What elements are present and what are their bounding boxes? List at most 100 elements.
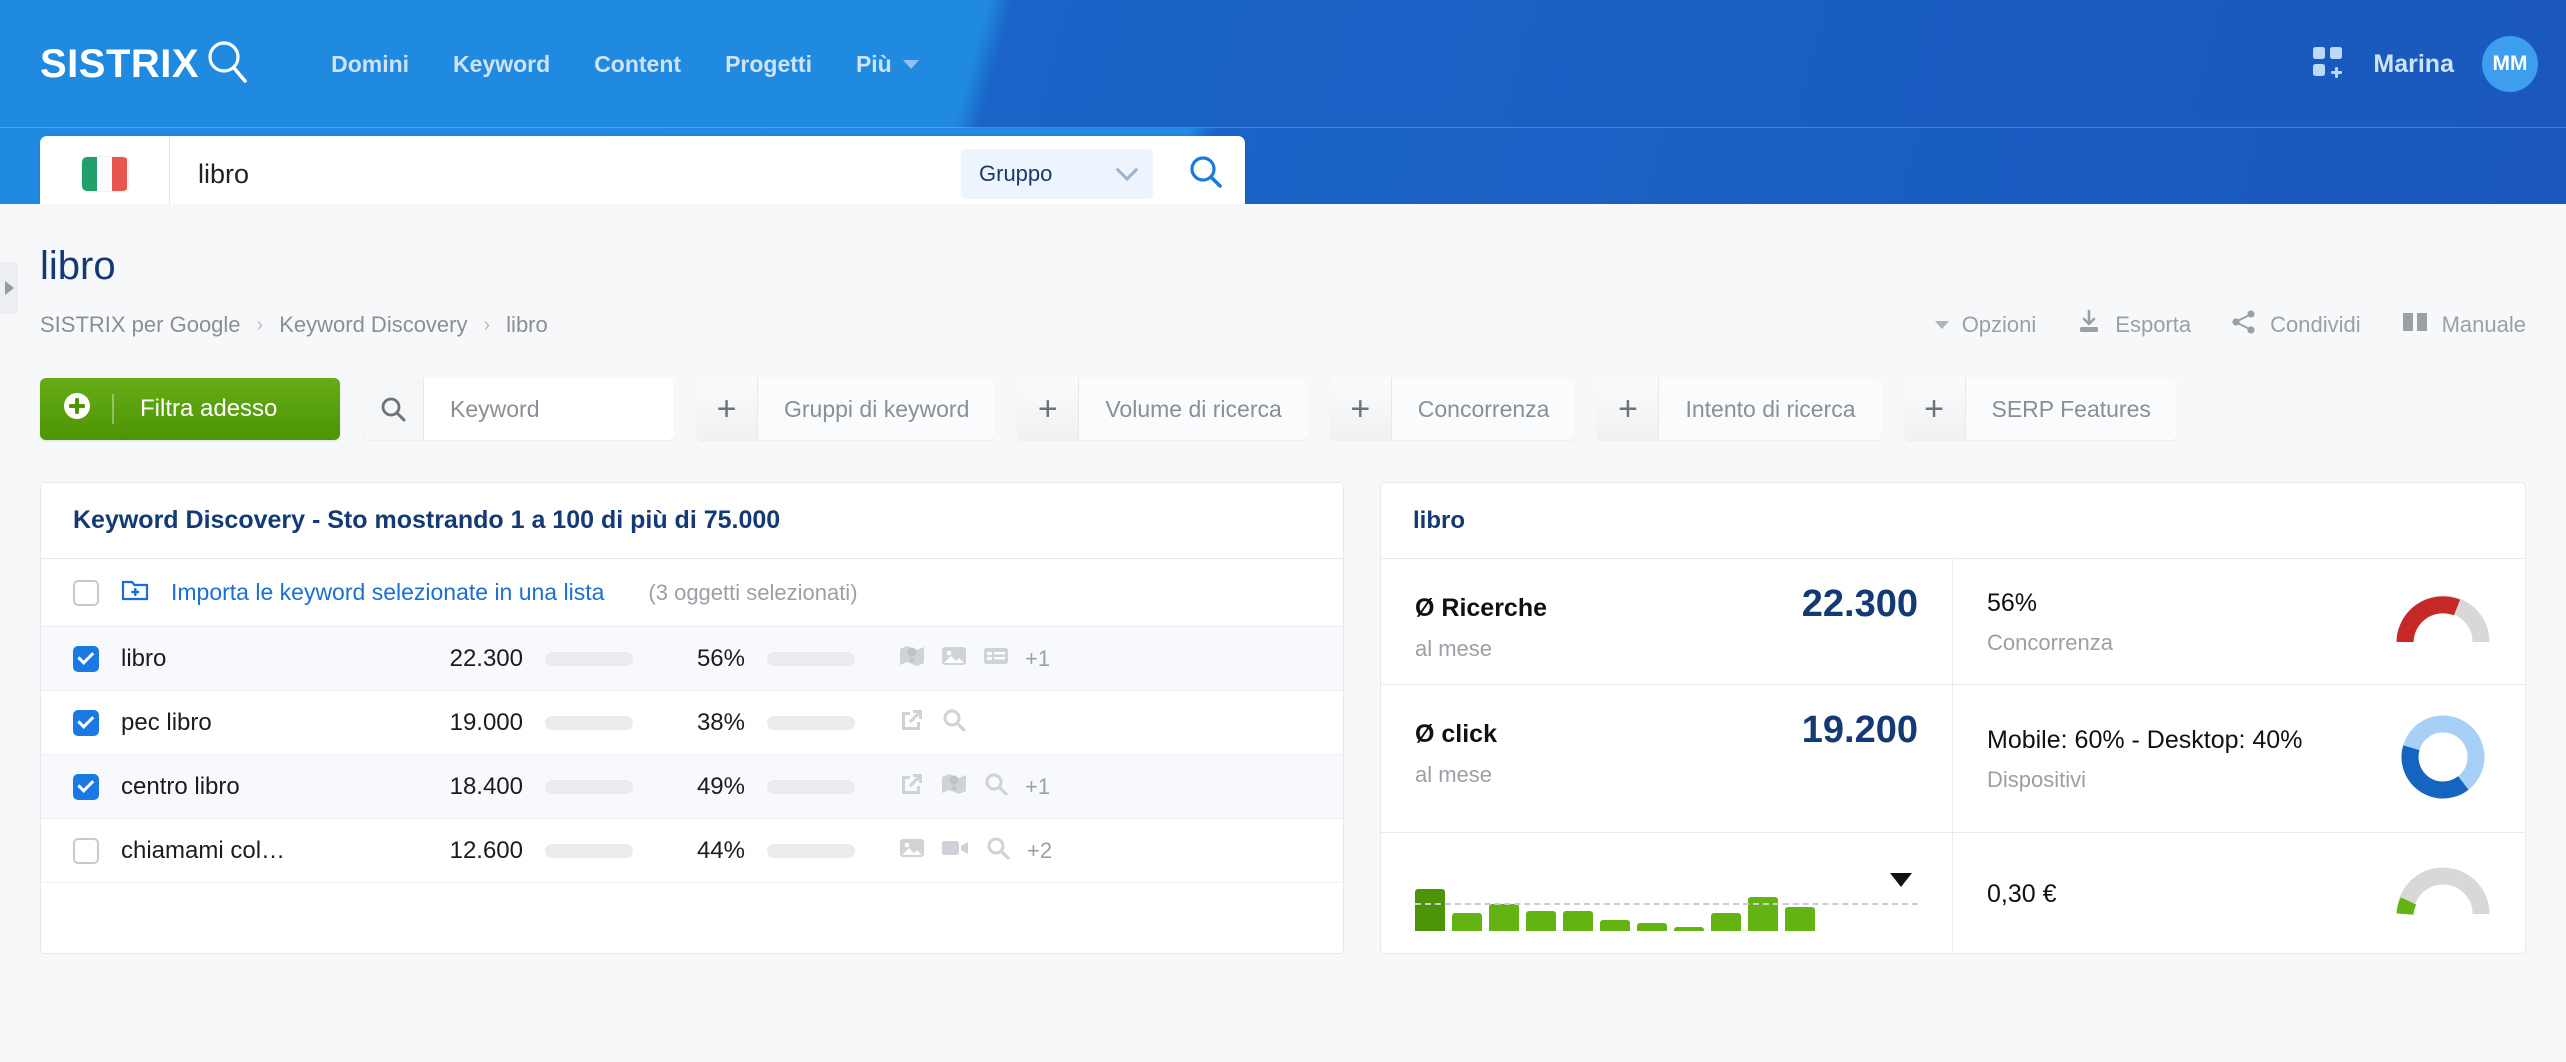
- plus-icon[interactable]: +: [1017, 378, 1080, 440]
- breadcrumb-item-sistrix[interactable]: SISTRIX per Google: [40, 312, 241, 338]
- image-icon[interactable]: [899, 836, 925, 865]
- image-icon[interactable]: [941, 644, 967, 673]
- import-keywords-link[interactable]: Importa le keyword selezionate in una li…: [171, 579, 604, 606]
- opzioni-button[interactable]: Opzioni: [1934, 312, 2036, 338]
- manuale-button[interactable]: Manuale: [2401, 309, 2526, 341]
- table-icon[interactable]: [983, 644, 1009, 673]
- condividi-button[interactable]: Condividi: [2231, 309, 2361, 341]
- filter-chip-label: Intento di ricerca: [1659, 378, 1882, 440]
- content-panels: Keyword Discovery - Sto mostrando 1 a 10…: [40, 482, 2526, 954]
- select-all-checkbox[interactable]: [73, 579, 99, 606]
- row-keyword: libro: [121, 644, 167, 672]
- sidebar-toggle-button[interactable]: [0, 262, 18, 314]
- search-band: Gruppo: [0, 128, 2566, 212]
- metric-row-click: Ø click 19.200 al mese Mobile: 60% - Des…: [1381, 685, 2525, 833]
- avatar[interactable]: MM: [2482, 36, 2538, 92]
- keyword-detail-card: libro Ø Ricerche 22.300 al mese 56% Conc…: [1380, 482, 2526, 954]
- seasonality-bar-chart: [1415, 857, 1918, 931]
- filter-chip-serp-features[interactable]: + SERP Features: [1903, 378, 2177, 440]
- breadcrumb-item-keyword-discovery[interactable]: Keyword Discovery: [279, 312, 467, 338]
- import-row: Importa le keyword selezionate in una li…: [41, 559, 1343, 627]
- nav-item-piu[interactable]: Più: [856, 51, 919, 78]
- detail-title: libro: [1381, 483, 2525, 559]
- plus-icon[interactable]: +: [1903, 378, 1966, 440]
- italy-flag-icon: [81, 157, 128, 191]
- nav-item-domini[interactable]: Domini: [331, 51, 409, 78]
- map-pin-icon[interactable]: [941, 772, 967, 801]
- esporta-label: Esporta: [2115, 312, 2192, 337]
- filter-chip-label: SERP Features: [1965, 378, 2177, 440]
- keyword-filter-placeholder[interactable]: Keyword: [424, 378, 674, 440]
- metric-value: 22.300: [1801, 583, 1918, 625]
- button-divider: [112, 394, 114, 424]
- table-row[interactable]: pec libro 19.000 38%: [41, 691, 1343, 755]
- table-row[interactable]: chiamami col… 12.600 44% +2: [41, 819, 1343, 883]
- search-icon[interactable]: [983, 772, 1009, 801]
- search-icon: [1187, 153, 1225, 196]
- row-competition: 49%: [696, 772, 745, 800]
- metric-devices: Mobile: 60% - Desktop: 40% Dispositivi: [1953, 685, 2525, 832]
- nav-item-progetti[interactable]: Progetti: [725, 51, 812, 78]
- nav-item-keyword[interactable]: Keyword: [453, 51, 550, 78]
- group-select[interactable]: Gruppo: [961, 149, 1153, 199]
- country-selector[interactable]: [40, 136, 170, 212]
- row-more-features[interactable]: +2: [1027, 838, 1052, 864]
- filtra-adesso-button[interactable]: Filtra adesso: [40, 378, 340, 440]
- search-icon[interactable]: [985, 836, 1011, 865]
- row-checkbox[interactable]: [73, 837, 99, 864]
- row-more-features[interactable]: +1: [1025, 774, 1050, 800]
- search-icon[interactable]: [941, 708, 967, 737]
- sistrix-logo[interactable]: SISTRIX: [40, 36, 253, 93]
- filter-chip-volume-di-ricerca[interactable]: + Volume di ricerca: [1017, 378, 1308, 440]
- filter-chip-concorrenza[interactable]: + Concorrenza: [1329, 378, 1576, 440]
- condividi-label: Condividi: [2270, 312, 2361, 337]
- filtra-adesso-label: Filtra adesso: [140, 395, 278, 422]
- plus-icon[interactable]: +: [1597, 378, 1660, 440]
- row-more-features[interactable]: +1: [1025, 646, 1050, 672]
- row-volume: 12.600: [449, 836, 523, 864]
- filter-chip-label: Gruppi di keyword: [758, 378, 996, 440]
- folder-add-icon: [121, 578, 149, 607]
- breadcrumb-item-current: libro: [506, 312, 548, 337]
- plus-icon[interactable]: +: [1329, 378, 1392, 440]
- row-serp-features: +1: [899, 772, 1050, 801]
- table-row[interactable]: centro libro 18.400 49% +1: [41, 755, 1343, 819]
- table-row[interactable]: libro 22.300 56% +1: [41, 627, 1343, 691]
- competition-label: Concorrenza: [1987, 630, 2113, 655]
- row-checkbox[interactable]: [73, 709, 99, 736]
- apps-grid-plus-icon[interactable]: [2311, 45, 2345, 84]
- esporta-button[interactable]: Esporta: [2076, 309, 2191, 341]
- row-volume-bar: [545, 843, 633, 858]
- row-checkbox[interactable]: [73, 645, 99, 672]
- filter-chip-label: Concorrenza: [1391, 378, 1576, 440]
- map-pin-icon[interactable]: [899, 644, 925, 673]
- external-link-icon[interactable]: [899, 772, 925, 801]
- nav-item-content[interactable]: Content: [594, 51, 681, 78]
- row-serp-features: [899, 708, 983, 737]
- row-keyword: centro libro: [121, 772, 240, 800]
- user-name[interactable]: Marina: [2373, 50, 2454, 79]
- filter-chip-gruppi-di-keyword[interactable]: + Gruppi di keyword: [696, 378, 996, 440]
- plus-icon[interactable]: +: [696, 378, 758, 440]
- keyword-filter-input-group[interactable]: Keyword: [362, 378, 674, 440]
- external-link-icon[interactable]: [899, 708, 925, 737]
- row-competition-bar: [767, 715, 855, 730]
- breadcrumb-separator: ›: [483, 313, 491, 336]
- row-competition: 44%: [696, 836, 745, 864]
- nav-label: Keyword: [453, 50, 551, 77]
- caret-down-icon: [1934, 321, 1949, 329]
- chevron-right-icon: [4, 281, 14, 295]
- row-keyword: chiamami col…: [121, 836, 286, 864]
- row-checkbox[interactable]: [73, 773, 99, 800]
- manuale-label: Manuale: [2441, 312, 2526, 337]
- download-icon: [2076, 309, 2102, 341]
- competition-value: 56%: [1987, 589, 2038, 617]
- row-competition-bar: [767, 779, 855, 794]
- search-input[interactable]: [170, 136, 961, 212]
- video-icon[interactable]: [941, 836, 969, 865]
- search-submit-button[interactable]: [1167, 136, 1245, 212]
- metric-competition: 56% Concorrenza: [1953, 559, 2525, 684]
- row-volume: 18.400: [449, 772, 523, 800]
- filter-chip-intento-di-ricerca[interactable]: + Intento di ricerca: [1597, 378, 1882, 440]
- metric-sublabel: al mese: [1415, 762, 1493, 787]
